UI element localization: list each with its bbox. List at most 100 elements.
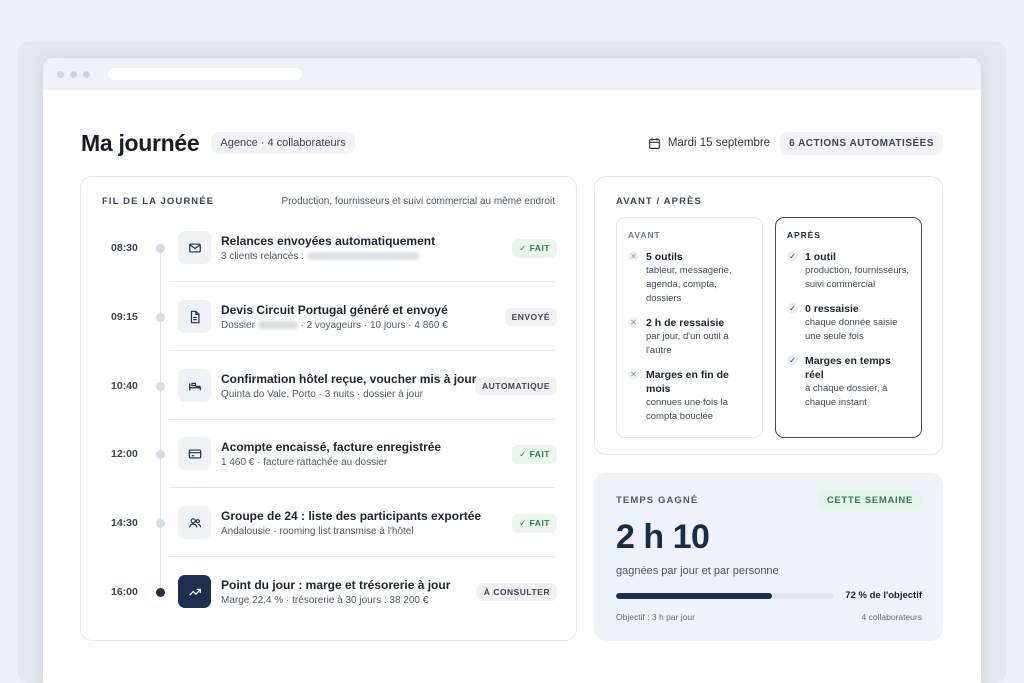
time-saved-label: TEMPS GAGNÉ bbox=[616, 495, 699, 506]
after-item: ✓ Marges en temps réel à chaque dossier,… bbox=[787, 354, 910, 410]
goal-progress-bar bbox=[616, 593, 833, 599]
time-saved-subtitle: gagnées par jour et par personne bbox=[616, 565, 779, 577]
automated-actions-badge: 6 ACTIONS AUTOMATISÉES bbox=[780, 131, 943, 155]
timeline-item[interactable]: 10:40 Confirmation hôtel reçue, voucher … bbox=[81, 369, 578, 447]
timeline-item-subtitle-text: 3 clients relancés : bbox=[221, 251, 304, 262]
time-saved-card: TEMPS GAGNÉ CETTE SEMAINE 2 h 10 gagnées… bbox=[594, 473, 943, 641]
collaborators-count: 4 collaborateurs bbox=[861, 612, 922, 622]
browser-chrome bbox=[43, 58, 981, 90]
window-dot[interactable] bbox=[57, 70, 64, 78]
timeline-title: FIL DE LA JOURNÉE bbox=[102, 196, 215, 207]
divider bbox=[169, 556, 555, 557]
check-icon: ✓ bbox=[787, 303, 798, 314]
timeline-dot bbox=[156, 519, 165, 528]
timeline-time: 14:30 bbox=[111, 517, 138, 529]
divider bbox=[169, 350, 555, 351]
timeline-item-title: Point du jour : marge et trésorerie à jo… bbox=[221, 578, 451, 592]
timeline-item-subtitle-text: · 2 voyageurs · 10 jours · 4 860 € bbox=[300, 320, 448, 331]
timeline-dot bbox=[156, 313, 165, 322]
after-item: ✓ 0 ressaisie chaque donnée saisie une s… bbox=[787, 302, 910, 344]
timeline-item-subtitle: Marge 22,4 % · trésorerie à 30 jours : 3… bbox=[221, 595, 429, 606]
goal-text: Objectif : 3 h par jour bbox=[616, 612, 695, 622]
after-item-title: 0 ressaisie bbox=[805, 303, 859, 315]
timeline-item[interactable]: 14:30 Groupe de 24 : liste des participa… bbox=[81, 506, 578, 584]
page-title: Ma journée bbox=[81, 129, 200, 156]
calendar-icon bbox=[648, 137, 660, 149]
timeline-item-title: Devis Circuit Portugal généré et envoyé bbox=[221, 303, 448, 317]
timeline-time: 10:40 bbox=[111, 380, 138, 392]
timeline-item-subtitle: Dossier · 2 voyageurs · 10 jours · 4 860… bbox=[221, 320, 448, 331]
date-display: Mardi 15 septembre bbox=[648, 137, 770, 150]
timeline-dot bbox=[156, 588, 165, 597]
timeline-item-subtitle: Andalousie · rooming list transmise à l'… bbox=[221, 526, 414, 537]
browser-window: Ma journée Agence · 4 collaborateurs Mar… bbox=[43, 58, 981, 683]
before-item-desc: tableur, messagerie, agenda, compta, dos… bbox=[646, 265, 732, 304]
before-item: ✕ 2 h de ressaisie par jour, d'un outil … bbox=[628, 316, 751, 358]
timeline-time: 08:30 bbox=[111, 242, 138, 254]
timeline-item-title: Groupe de 24 : liste des participants ex… bbox=[221, 509, 482, 523]
status-badge: ✓ FAIT bbox=[512, 239, 557, 258]
timeline-item-subtitle: 3 clients relancés : bbox=[221, 251, 419, 262]
timeline-item-title: Relances envoyées automatiquement bbox=[221, 234, 436, 248]
before-item: ✕ Marges en fin de mois connues une fois… bbox=[628, 368, 751, 424]
timeline-item[interactable]: 09:15 Devis Circuit Portugal généré et e… bbox=[81, 300, 578, 378]
before-after-card: AVANT / APRÈS AVANT ✕ 5 outils tableur, … bbox=[594, 176, 943, 455]
cross-icon: ✕ bbox=[628, 251, 639, 262]
credit-card-icon bbox=[178, 437, 211, 470]
date-text: Mardi 15 septembre bbox=[667, 137, 771, 149]
timeline-item-subtitle-prefix: Dossier bbox=[221, 320, 255, 331]
redacted-text bbox=[306, 252, 419, 261]
timeline-item[interactable]: 08:30 Relances envoyées automatiquement … bbox=[81, 231, 578, 309]
cross-icon: ✕ bbox=[628, 369, 639, 380]
timeline-item-subtitle: Quinta do Vale, Porto · 3 nuits · dossie… bbox=[221, 389, 424, 400]
timeline-item-title: Confirmation hôtel reçue, voucher mis à … bbox=[221, 372, 477, 386]
goal-progress-fill bbox=[616, 593, 773, 599]
timeline-time: 09:15 bbox=[111, 311, 138, 323]
timeline-time: 12:00 bbox=[111, 448, 138, 460]
cross-icon: ✕ bbox=[628, 317, 639, 328]
period-badge: CETTE SEMAINE bbox=[817, 490, 922, 511]
before-after-title: AVANT / APRÈS bbox=[616, 196, 702, 207]
timeline-item[interactable]: 12:00 Acompte encaissé, facture enregist… bbox=[81, 437, 578, 515]
before-item-desc: par jour, d'un outil à l'autre bbox=[646, 331, 729, 356]
mail-icon bbox=[178, 231, 211, 264]
window-dot[interactable] bbox=[70, 70, 77, 78]
before-item-title: 5 outils bbox=[646, 251, 683, 263]
goal-progress-label: 72 % de l'objectif bbox=[845, 590, 922, 601]
before-column: AVANT ✕ 5 outils tableur, messagerie, ag… bbox=[616, 217, 763, 438]
status-badge-text: FAIT bbox=[529, 449, 550, 459]
after-item-title: 1 outil bbox=[805, 251, 836, 263]
status-badge[interactable]: À CONSULTER bbox=[476, 583, 557, 601]
after-item-desc: production, fournisseurs, suivi commerci… bbox=[805, 265, 910, 290]
timeline-dot bbox=[156, 450, 165, 459]
divider bbox=[169, 419, 555, 420]
status-badge: ENVOYÉ bbox=[504, 308, 557, 326]
timeline-dot bbox=[156, 244, 165, 253]
check-icon: ✓ bbox=[787, 355, 798, 366]
status-badge-text: FAIT bbox=[529, 518, 550, 528]
document-icon bbox=[178, 300, 211, 333]
bed-icon bbox=[178, 369, 211, 402]
address-bar[interactable] bbox=[108, 68, 302, 80]
after-item-desc: à chaque dossier, à chaque instant bbox=[805, 383, 888, 408]
timeline-item[interactable]: 16:00 Point du jour : marge et trésoreri… bbox=[81, 575, 578, 653]
after-item-title: Marges en temps réel bbox=[805, 355, 891, 381]
status-badge: ✓ FAIT bbox=[512, 514, 557, 533]
trending-up-icon bbox=[178, 575, 211, 608]
timeline-card: FIL DE LA JOURNÉE Production, fournisseu… bbox=[80, 176, 577, 641]
divider bbox=[169, 281, 555, 282]
after-column: APRÈS ✓ 1 outil production, fournisseurs… bbox=[775, 217, 922, 438]
window-dot[interactable] bbox=[83, 70, 90, 78]
timeline-dot bbox=[156, 382, 165, 391]
timeline-subtitle: Production, fournisseurs et suivi commer… bbox=[281, 196, 555, 207]
status-badge-text: FAIT bbox=[529, 243, 550, 253]
divider bbox=[169, 487, 555, 488]
before-column-title: AVANT bbox=[628, 230, 661, 240]
before-item: ✕ 5 outils tableur, messagerie, agenda, … bbox=[628, 250, 751, 306]
timeline-time: 16:00 bbox=[111, 586, 138, 598]
redacted-text bbox=[257, 321, 298, 330]
timeline-item-title: Acompte encaissé, facture enregistrée bbox=[221, 440, 442, 454]
status-badge: ✓ FAIT bbox=[512, 445, 557, 464]
after-item: ✓ 1 outil production, fournisseurs, suiv… bbox=[787, 250, 910, 292]
before-item-title: Marges en fin de mois bbox=[646, 369, 729, 395]
